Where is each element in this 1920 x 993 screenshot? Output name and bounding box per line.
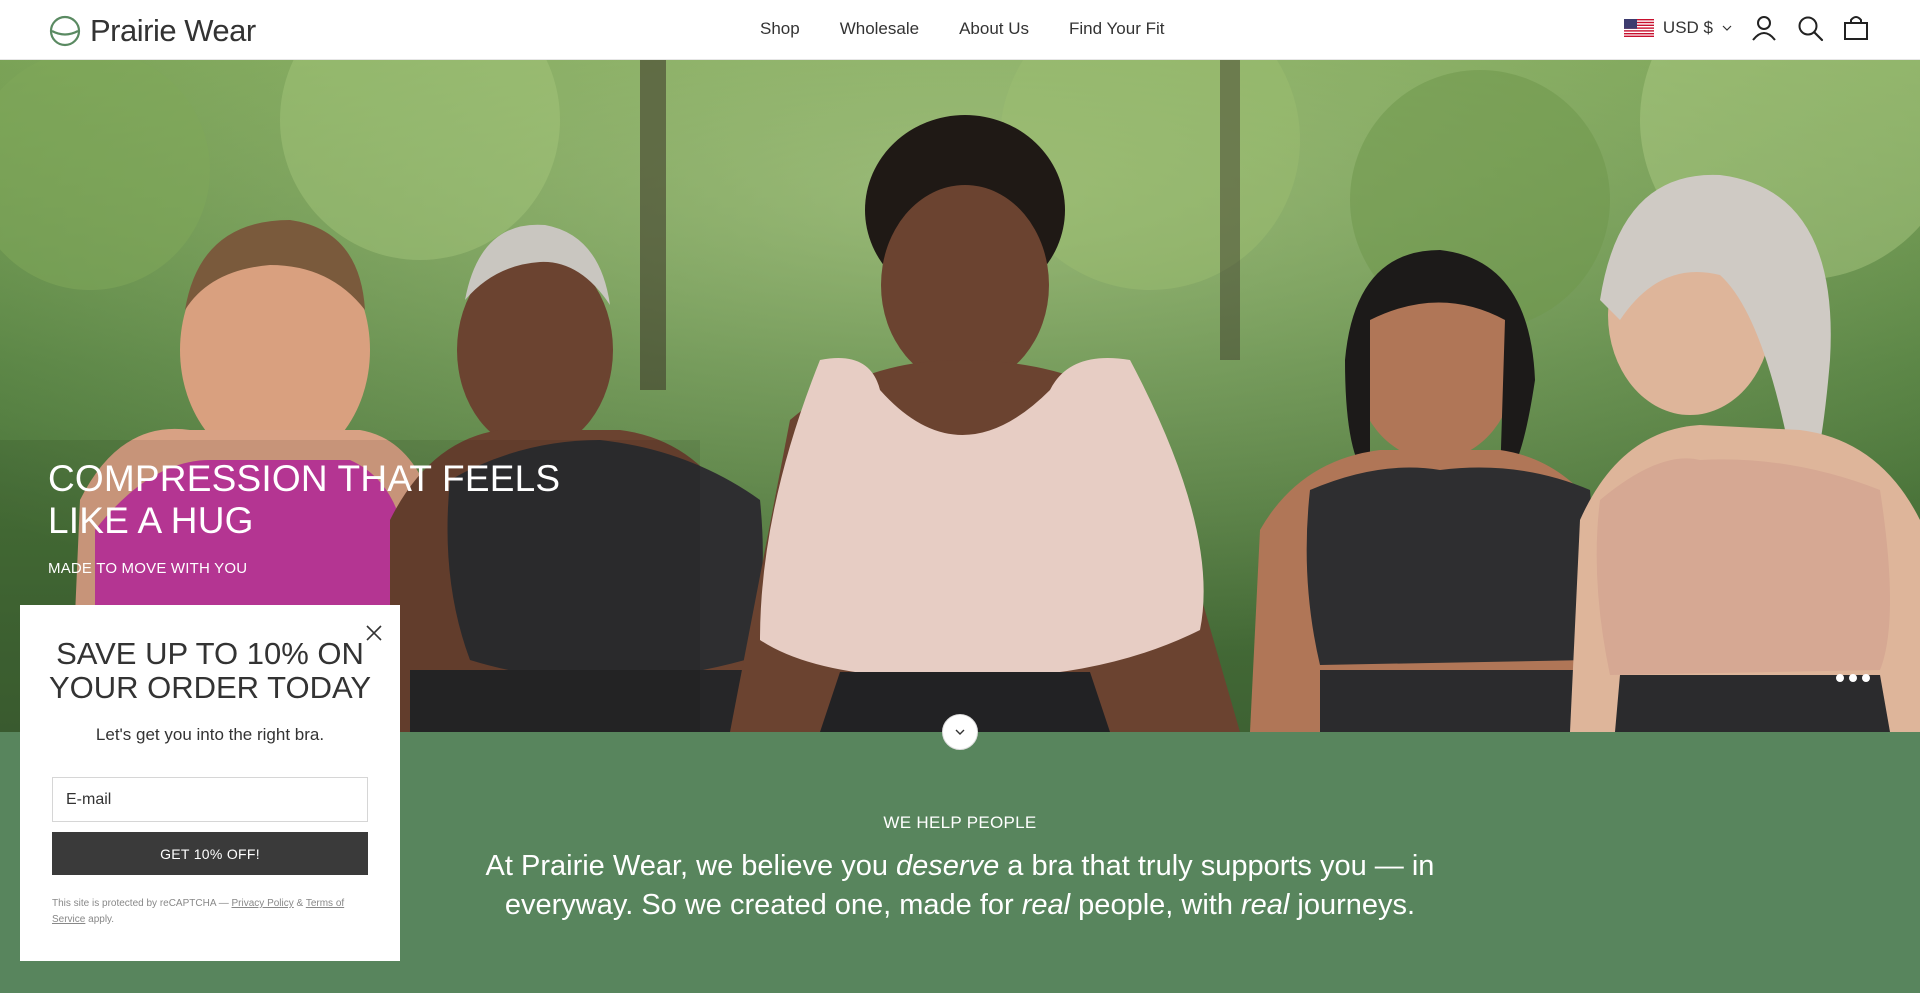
- currency-selector[interactable]: USD $: [1623, 18, 1732, 38]
- slideshow-dots: [1836, 674, 1870, 682]
- get-discount-button[interactable]: GET 10% OFF!: [52, 832, 368, 875]
- currency-label: USD $: [1662, 18, 1713, 37]
- logo-mark-icon: [49, 15, 81, 47]
- cart-icon[interactable]: [1842, 14, 1870, 42]
- nav-item-find-your-fit[interactable]: Find Your Fit: [1069, 19, 1164, 39]
- email-field[interactable]: [52, 777, 368, 822]
- popup-text: Let's get you into the right bra.: [95, 725, 325, 744]
- statement-part-3: people, with: [1070, 889, 1242, 921]
- main-nav: Shop Wholesale About Us Find Your Fit: [760, 19, 1164, 39]
- nav-item-wholesale[interactable]: Wholesale: [840, 19, 919, 39]
- statement-emphasis-3: real: [1241, 889, 1290, 921]
- legal-prefix: This site is protected by reCAPTCHA —: [52, 898, 232, 909]
- popup-title: SAVE UP TO 10% ON YOUR ORDER TODAY: [48, 636, 372, 705]
- chevron-down-icon: [955, 729, 965, 735]
- account-icon[interactable]: [1750, 14, 1778, 42]
- hero-subtitle: MADE TO MOVE WITH YOU: [48, 560, 248, 577]
- us-flag-icon: [1623, 19, 1654, 37]
- privacy-policy-link[interactable]: Privacy Policy: [232, 898, 294, 909]
- legal-suffix: apply.: [85, 914, 115, 925]
- statement-emphasis-1: deserve: [896, 850, 1000, 882]
- slide-dot-2[interactable]: [1849, 674, 1857, 682]
- nav-item-about-us[interactable]: About Us: [959, 19, 1029, 39]
- slide-dot-1[interactable]: [1836, 674, 1844, 682]
- discount-popup: SAVE UP TO 10% ON YOUR ORDER TODAY Let's…: [20, 605, 400, 961]
- scroll-down-button[interactable]: [942, 714, 978, 750]
- header-actions: USD $: [1623, 14, 1870, 42]
- nav-item-shop[interactable]: Shop: [760, 19, 800, 39]
- statement-part-4: journeys.: [1289, 889, 1416, 921]
- chevron-down-icon: [1722, 25, 1732, 31]
- hero-title: COMPRESSION THAT FEELS LIKE A HUG: [48, 458, 561, 541]
- statement-emphasis-2: real: [1021, 889, 1071, 921]
- statement-part-1: At Prairie Wear, we believe you: [485, 850, 897, 882]
- slide-dot-3[interactable]: [1862, 674, 1870, 682]
- brand-name: Prairie Wear: [90, 13, 256, 48]
- brand-logo[interactable]: Prairie Wear: [48, 13, 256, 49]
- legal-and: &: [293, 898, 306, 909]
- site-header: Prairie Wear Shop Wholesale About Us Fin…: [0, 0, 1920, 60]
- recaptcha-notice: This site is protected by reCAPTCHA — Pr…: [52, 896, 368, 928]
- search-icon[interactable]: [1796, 14, 1824, 42]
- mission-statement: At Prairie Wear, we believe you deserve …: [470, 847, 1450, 925]
